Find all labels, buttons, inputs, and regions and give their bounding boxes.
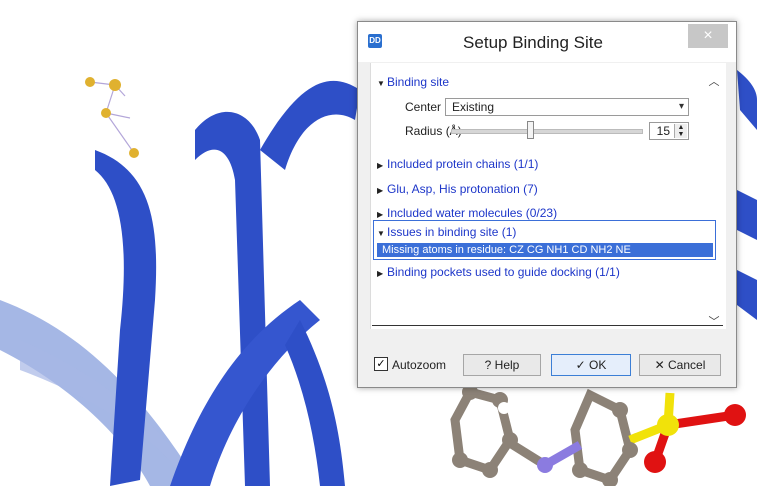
section-label: Glu, Asp, His protonation (7) bbox=[387, 182, 538, 196]
ok-button[interactable]: ✓ OK bbox=[551, 354, 631, 376]
collapsed-triangle-icon: ▶ bbox=[377, 269, 384, 278]
chevron-down-icon: ▾ bbox=[678, 101, 684, 112]
protein-ribbon bbox=[260, 80, 360, 170]
help-button[interactable]: ? Help bbox=[463, 354, 541, 376]
protein-ribbon bbox=[285, 320, 345, 486]
section-binding-pockets[interactable]: ▶ Binding pockets used to guide docking (… bbox=[377, 265, 620, 279]
section-protonation[interactable]: ▶ Glu, Asp, His protonation (7) bbox=[377, 182, 538, 196]
expanded-triangle-icon: ▼ bbox=[377, 229, 385, 238]
radius-slider-thumb[interactable] bbox=[526, 121, 534, 139]
settings-panel: ▼ Binding site Center Existing ▾ Radius (… bbox=[370, 63, 726, 329]
center-dropdown[interactable]: Existing ▾ bbox=[445, 98, 689, 116]
spin-arrows-icon[interactable]: ▲ ▼ bbox=[674, 124, 687, 138]
close-icon: × bbox=[703, 27, 713, 44]
section-water-molecules[interactable]: ▶ Included water molecules (0/23) bbox=[377, 206, 557, 220]
section-label: Issues in binding site (1) bbox=[387, 225, 517, 239]
ligand-fragment bbox=[85, 77, 139, 158]
autozoom-label: Autozoom bbox=[392, 358, 447, 372]
section-included-protein-chains[interactable]: ▶ Included protein chains (1/1) bbox=[377, 157, 538, 171]
section-label: Binding pockets used to guide docking (1… bbox=[387, 265, 620, 279]
section-label: Binding site bbox=[387, 75, 450, 89]
scroll-down-icon[interactable]: ﹀ bbox=[708, 313, 720, 328]
collapsed-triangle-icon: ▶ bbox=[377, 186, 384, 195]
protein-ribbon bbox=[737, 270, 757, 320]
section-label: Included water molecules (0/23) bbox=[387, 206, 558, 220]
cancel-button[interactable]: ✕ Cancel bbox=[639, 354, 721, 376]
divider bbox=[372, 325, 723, 326]
section-binding-site[interactable]: ▼ Binding site bbox=[377, 75, 449, 89]
radius-value: 15 bbox=[656, 124, 670, 138]
scroll-up-icon[interactable]: ︿ bbox=[708, 73, 720, 88]
setup-binding-site-dialog: DD Setup Binding Site × ▼ Binding site Ce… bbox=[357, 21, 737, 388]
dialog-titlebar[interactable]: DD Setup Binding Site × bbox=[358, 22, 736, 62]
ligand-ball-stick bbox=[450, 384, 746, 486]
center-value: Existing bbox=[452, 100, 495, 114]
issue-row[interactable]: Missing atoms in residue: CZ CG NH1 CD N… bbox=[377, 243, 713, 257]
issues-box: ▼ Issues in binding site (1) Missing atom… bbox=[373, 220, 716, 260]
section-label: Included protein chains (1/1) bbox=[387, 157, 539, 171]
dialog-title: Setup Binding Site bbox=[463, 33, 603, 52]
expanded-triangle-icon: ▼ bbox=[377, 79, 385, 88]
protein-ribbon bbox=[737, 70, 757, 130]
collapsed-triangle-icon: ▶ bbox=[377, 161, 384, 170]
protein-ribbon bbox=[737, 190, 757, 240]
autozoom-checkbox[interactable]: ✓ bbox=[374, 357, 388, 371]
close-button[interactable]: × bbox=[688, 24, 728, 48]
radius-spinbox[interactable]: 15 ▲ ▼ bbox=[649, 122, 689, 140]
section-issues[interactable]: ▼ Issues in binding site (1) bbox=[377, 225, 516, 239]
collapsed-triangle-icon: ▶ bbox=[377, 210, 384, 219]
center-label: Center bbox=[405, 100, 442, 114]
radius-slider-track[interactable] bbox=[451, 129, 643, 134]
